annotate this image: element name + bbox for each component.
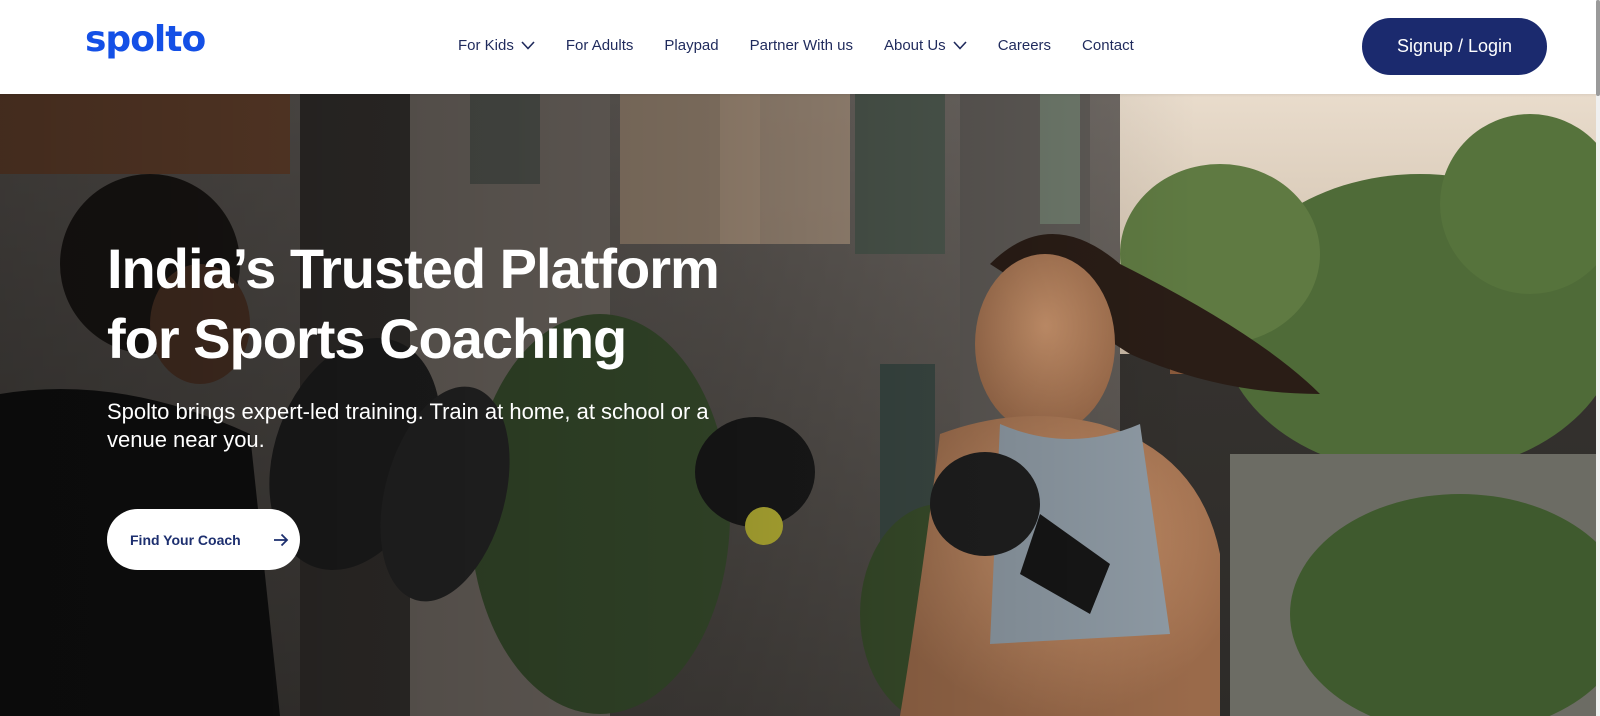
find-your-coach-button[interactable]: Find Your Coach [107,509,300,570]
site-header: spolto For Kids For Adults Playpad Partn… [0,0,1596,94]
nav-item-label: Partner With us [749,36,853,54]
scrollbar-thumb[interactable] [1596,0,1600,96]
logo-text: spolto [85,19,206,60]
nav-item-label: Contact [1082,36,1134,54]
nav-item-label: Playpad [664,36,719,54]
nav-item-for-adults[interactable]: For Adults [566,37,634,54]
hero-content: India’s Trusted Platform for Sports Coac… [107,234,767,570]
hero-subtitle: Spolto brings expert-led training. Train… [107,399,709,452]
cta-label: Find Your Coach [130,531,241,548]
nav-item-label: For Kids [458,36,514,54]
hero-title: India’s Trusted Platform for Sports Coac… [107,234,767,374]
arrow-right-icon [273,533,289,547]
nav-item-label: About Us [883,36,946,54]
nav-item-playpad[interactable]: Playpad [664,37,718,54]
nav-item-for-kids[interactable]: For Kids [458,37,535,54]
nav-item-about-us[interactable]: About Us [884,37,967,54]
chevron-down-icon [953,40,967,50]
signup-login-button[interactable]: Signup / Login [1362,18,1547,75]
hero-title-line2: for Sports Coaching [107,307,627,370]
nav-item-contact[interactable]: Contact [1082,37,1134,54]
hero-title-line1: India’s Trusted Platform [107,237,720,300]
nav-item-careers[interactable]: Careers [998,37,1051,54]
spolto-logo[interactable]: spolto [85,19,206,60]
nav-item-label: Careers [997,36,1052,54]
chevron-down-icon [521,40,535,50]
main-nav: For Kids For Adults Playpad Partner With… [458,34,1165,56]
hero-section: India’s Trusted Platform for Sports Coac… [0,94,1596,716]
page-scrollbar[interactable] [1596,0,1600,716]
nav-item-label: For Adults [565,36,634,54]
nav-item-partner-with-us[interactable]: Partner With us [750,37,853,54]
